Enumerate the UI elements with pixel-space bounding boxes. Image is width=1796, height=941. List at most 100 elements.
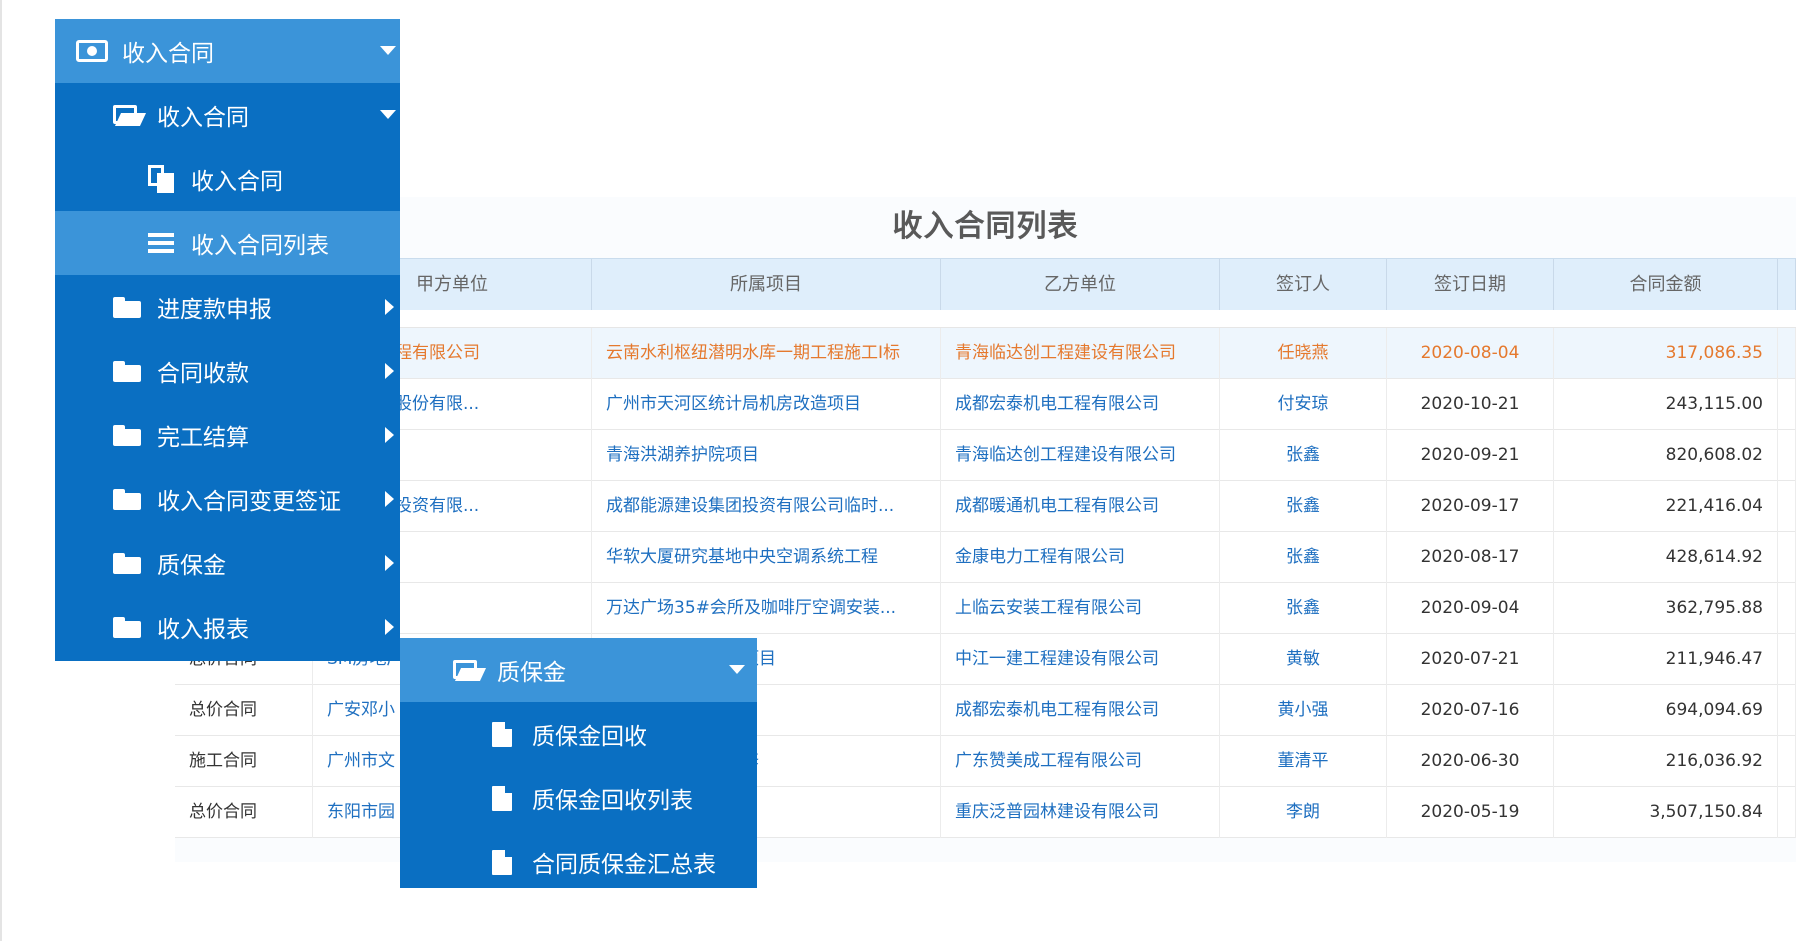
cell-party-b[interactable]: 青海临达创工程建设有限公司: [941, 328, 1220, 379]
cell-party-b[interactable]: 广东赞美成工程有限公司: [941, 736, 1220, 787]
folder-icon: [113, 552, 141, 574]
cell-extra: [1778, 532, 1796, 583]
cell-project[interactable]: 青海洪湖养护院项目: [592, 430, 941, 481]
cell-date: 2020-06-30: [1387, 736, 1554, 787]
menu-root-label: 收入合同: [122, 41, 214, 67]
cell-amount: 428,614.92: [1554, 532, 1778, 583]
cell-project[interactable]: 广州市天河区统计局机房改造项目: [592, 379, 941, 430]
menu-item-label: 质保金: [157, 553, 226, 579]
cell-date: 2020-07-16: [1387, 685, 1554, 736]
cell-date: 2020-09-17: [1387, 481, 1554, 532]
cell-party-b[interactable]: 青海临达创工程建设有限公司: [941, 430, 1220, 481]
file-icon: [492, 849, 512, 875]
menu-group-label: 收入合同: [157, 105, 249, 131]
folder-icon: [113, 488, 141, 510]
table-row[interactable]: 万达广场35#会所及咖啡厅空调安装... 上临云安装工程有限公司 张鑫 2020…: [175, 583, 1796, 634]
column-header-signer[interactable]: 签订人: [1220, 259, 1387, 310]
cell-party-b[interactable]: 中江一建工程建设有限公司: [941, 634, 1220, 685]
cell-party-b[interactable]: 重庆泛普园林建设有限公司: [941, 787, 1220, 838]
chevron-down-icon: [729, 665, 745, 674]
cell-type: 施工合同: [175, 736, 313, 787]
cell-signer[interactable]: 张鑫: [1220, 532, 1387, 583]
cell-amount: 317,086.35: [1554, 328, 1778, 379]
table-row[interactable]: 建设集团投资有限... 成都能源建设集团投资有限公司临时... 成都暖通机电工程…: [175, 481, 1796, 532]
cell-type: 总价合同: [175, 787, 313, 838]
menu-item-label: 收入合同: [191, 169, 283, 195]
column-header-extra: [1778, 259, 1796, 310]
cell-amount: 243,115.00: [1554, 379, 1778, 430]
submenu-item-warranty-summary[interactable]: 合同质保金汇总表: [400, 830, 757, 888]
menu-item-label: 收入报表: [157, 617, 249, 643]
column-header-party-b[interactable]: 乙方单位: [941, 259, 1220, 310]
menu-item-contract-list[interactable]: 收入合同列表: [55, 211, 400, 275]
chevron-right-icon: [385, 555, 394, 571]
cell-signer[interactable]: 张鑫: [1220, 583, 1387, 634]
cell-amount: 362,795.88: [1554, 583, 1778, 634]
cell-signer[interactable]: 李朗: [1220, 787, 1387, 838]
submenu-item-label: 质保金回收: [532, 724, 647, 750]
cell-signer[interactable]: 付安琼: [1220, 379, 1387, 430]
cell-date: 2020-09-04: [1387, 583, 1554, 634]
table-row[interactable]: 管理局 青海洪湖养护院项目 青海临达创工程建设有限公司 张鑫 2020-09-2…: [175, 430, 1796, 481]
menu-item-label: 完工结算: [157, 425, 249, 451]
cell-project[interactable]: 华软大厦研究基地中央空调系统工程: [592, 532, 941, 583]
cell-amount: 3,507,150.84: [1554, 787, 1778, 838]
folder-icon: [113, 360, 141, 382]
column-header-date[interactable]: 签订日期: [1387, 259, 1554, 310]
table-row[interactable]: 华软大厦研究基地中央空调系统工程 金康电力工程有限公司 张鑫 2020-08-1…: [175, 532, 1796, 583]
column-header-amount[interactable]: 合同金额: [1554, 259, 1778, 310]
cell-party-b[interactable]: 上临云安装工程有限公司: [941, 583, 1220, 634]
cell-party-b[interactable]: 成都宏泰机电工程有限公司: [941, 685, 1220, 736]
list-icon: [148, 233, 174, 253]
cell-signer[interactable]: 黄敏: [1220, 634, 1387, 685]
cell-extra: [1778, 685, 1796, 736]
menu-group-income-contract[interactable]: 收入合同: [55, 83, 400, 147]
folder-open-icon: [453, 659, 483, 681]
menu-item-label: 合同收款: [157, 361, 249, 387]
copy-icon: [148, 165, 174, 193]
cell-date: 2020-08-17: [1387, 532, 1554, 583]
cell-signer[interactable]: 张鑫: [1220, 481, 1387, 532]
chevron-right-icon: [385, 363, 394, 379]
cell-party-b[interactable]: 金康电力工程有限公司: [941, 532, 1220, 583]
menu-item-warranty[interactable]: 质保金: [55, 531, 400, 595]
menu-item-settlement[interactable]: 完工结算: [55, 403, 400, 467]
cell-party-b[interactable]: 成都暖通机电工程有限公司: [941, 481, 1220, 532]
warranty-submenu: 质保金 质保金回收 质保金回收列表 合同质保金汇总表: [400, 638, 757, 888]
cell-signer[interactable]: 黄小强: [1220, 685, 1387, 736]
table-row[interactable]: 利水电工程有限公司 云南水利枢纽潜明水库一期工程施工I标 青海临达创工程建设有限…: [175, 328, 1796, 379]
menu-item-progress[interactable]: 进度款申报: [55, 275, 400, 339]
page-title: 收入合同列表: [892, 209, 1079, 244]
table-row[interactable]: 物业管理股份有限... 广州市天河区统计局机房改造项目 成都宏泰机电工程有限公司…: [175, 379, 1796, 430]
cell-extra: [1778, 787, 1796, 838]
cell-extra: [1778, 583, 1796, 634]
chevron-down-icon: [380, 110, 396, 119]
cell-signer[interactable]: 张鑫: [1220, 430, 1387, 481]
chevron-right-icon: [385, 619, 394, 635]
menu-root-income-contract[interactable]: 收入合同: [55, 19, 400, 83]
cell-date: 2020-07-21: [1387, 634, 1554, 685]
submenu-item-warranty-recovery[interactable]: 质保金回收: [400, 702, 757, 766]
file-icon: [492, 721, 512, 747]
cell-project[interactable]: 云南水利枢纽潜明水库一期工程施工I标: [592, 328, 941, 379]
cell-signer[interactable]: 任晓燕: [1220, 328, 1387, 379]
table-header: 甲方单位 所属项目 乙方单位 签订人 签订日期 合同金额: [175, 258, 1796, 311]
cell-type: 总价合同: [175, 685, 313, 736]
menu-item-label: 进度款申报: [157, 297, 272, 323]
folder-open-icon: [113, 104, 143, 126]
menu-item-contract[interactable]: 收入合同: [55, 147, 400, 211]
menu-item-collection[interactable]: 合同收款: [55, 339, 400, 403]
column-header-project[interactable]: 所属项目: [592, 259, 941, 310]
cell-extra: [1778, 634, 1796, 685]
cell-signer[interactable]: 董清平: [1220, 736, 1387, 787]
folder-icon: [113, 616, 141, 638]
cell-project[interactable]: 万达广场35#会所及咖啡厅空调安装...: [592, 583, 941, 634]
cell-party-b[interactable]: 成都宏泰机电工程有限公司: [941, 379, 1220, 430]
menu-item-label: 收入合同变更签证: [157, 489, 341, 515]
menu-item-report[interactable]: 收入报表: [55, 595, 400, 659]
cell-project[interactable]: 成都能源建设集团投资有限公司临时...: [592, 481, 941, 532]
submenu-header-warranty[interactable]: 质保金: [400, 638, 757, 702]
submenu-item-warranty-recovery-list[interactable]: 质保金回收列表: [400, 766, 757, 830]
cell-date: 2020-09-21: [1387, 430, 1554, 481]
menu-item-change[interactable]: 收入合同变更签证: [55, 467, 400, 531]
